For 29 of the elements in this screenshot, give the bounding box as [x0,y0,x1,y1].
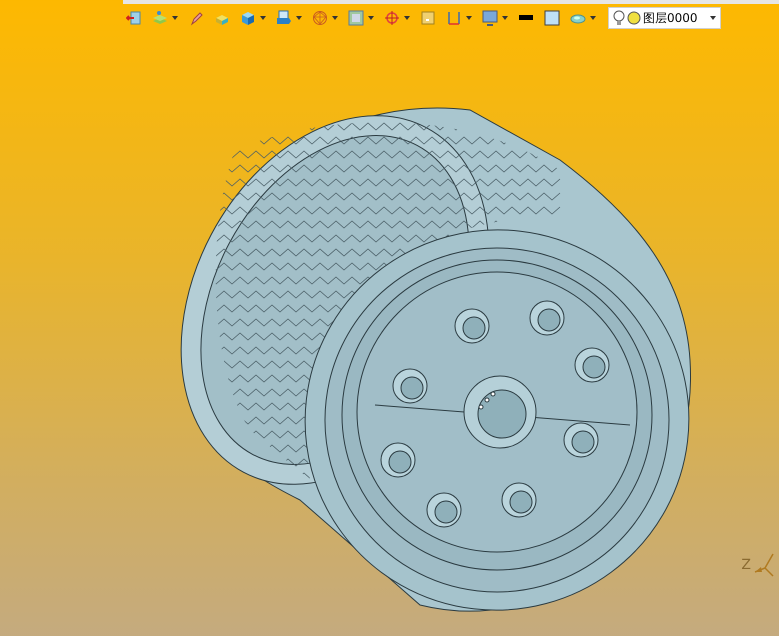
wire-sphere-button[interactable] [310,8,340,28]
cube-icon [240,10,256,26]
wire-sphere-icon [312,10,328,26]
caret-icon [590,16,596,20]
caret-icon [404,16,410,20]
axis-label: Z [741,557,751,573]
dimension-icon [446,10,462,26]
layer-select[interactable]: 图层0000 [608,7,721,29]
caret-icon[interactable] [710,16,716,20]
caret-icon [368,16,374,20]
layers-icon [152,10,168,26]
frame-button[interactable] [346,8,376,28]
caret-icon [260,16,266,20]
crosshair-button[interactable] [382,8,412,28]
caret-icon [466,16,472,20]
pen-icon [188,10,204,26]
monitor-icon [482,10,498,26]
square-icon [420,10,436,26]
exit-icon [126,10,142,26]
monitor-button[interactable] [480,8,510,28]
light-bulb-icon [613,10,625,26]
caret-icon [332,16,338,20]
circle-icon [627,11,641,25]
frame-icon [348,10,364,26]
caret-icon [172,16,178,20]
caret-icon [296,16,302,20]
view-icon [276,10,292,26]
caret-icon [502,16,508,20]
crosshair-icon [384,10,400,26]
